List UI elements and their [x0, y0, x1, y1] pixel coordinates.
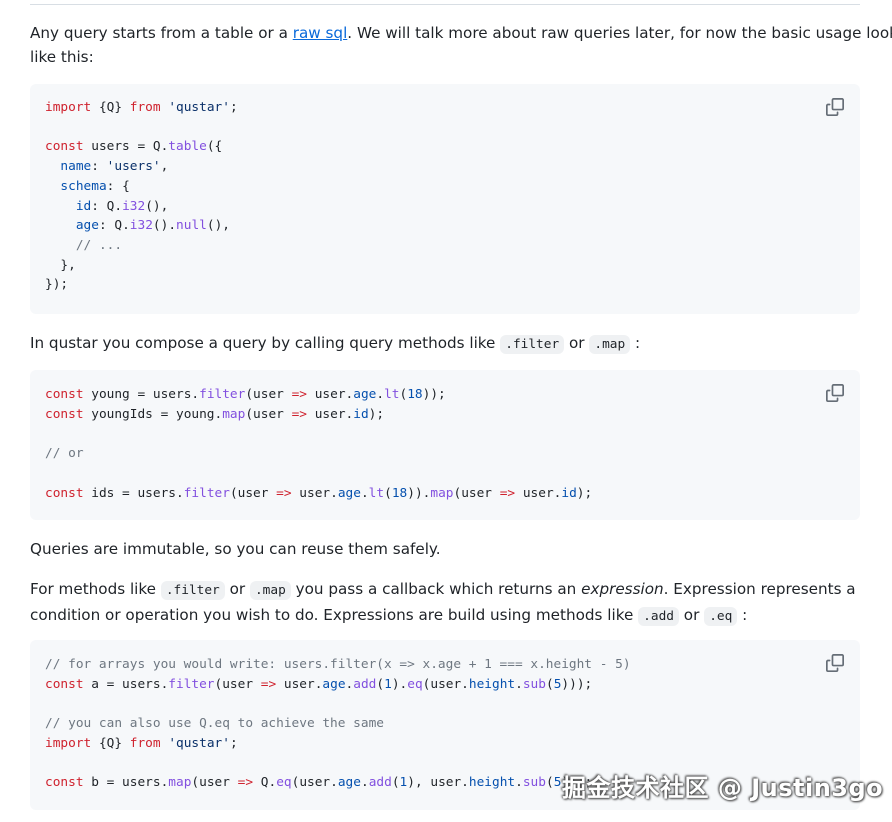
- inline-code-map: .map: [249, 581, 291, 600]
- code-line: import {Q} from 'qustar';: [45, 100, 238, 115]
- code-line: const ids = users.filter(user => user.ag…: [45, 485, 593, 501]
- code-line: // you can also use Q.eq to achieve the …: [45, 716, 384, 732]
- copy-icon[interactable]: [826, 654, 844, 672]
- code-line: const b = users.map(user => Q.eq(user.ag…: [45, 775, 593, 791]
- methods-paragraph: For methods like .filter or .map you pas…: [30, 577, 860, 629]
- code-line: const a = users.filter(user => user.age.…: [45, 676, 593, 692]
- compose-text: In qustar you compose a query by calling…: [30, 334, 501, 352]
- inline-code-filter: .filter: [500, 335, 565, 354]
- compose-end: :: [630, 334, 641, 352]
- code-line: age: Q.i32().null(),: [75, 218, 230, 234]
- code-line: const users = Q.table({: [45, 139, 223, 155]
- intro-text-line2: like this:: [30, 48, 94, 66]
- code-line: const youngIds = young.map(user => user.…: [45, 406, 385, 422]
- compose-or: or: [564, 334, 590, 352]
- code-block-table: import {Q} from 'qustar'; const users = …: [30, 84, 860, 314]
- code-expressions-content: // for arrays you would write: users.fil…: [45, 655, 631, 793]
- raw-sql-link[interactable]: raw sql: [293, 24, 348, 42]
- code-line: const young = users.filter(user => user.…: [45, 387, 446, 402]
- copy-icon[interactable]: [826, 98, 844, 116]
- methods-text: or: [678, 606, 705, 624]
- code-compose-content: const young = users.filter(user => user.…: [45, 385, 592, 503]
- intro-text: Any query starts from a table or a: [30, 24, 293, 42]
- intro-paragraph: Any query starts from a table or a raw s…: [30, 21, 892, 69]
- inline-code-eq: .eq: [704, 607, 738, 626]
- code-line: schema: {: [60, 178, 130, 194]
- code-line: // for arrays you would write: users.fil…: [45, 657, 631, 672]
- inline-code-add: .add: [638, 607, 679, 626]
- methods-text-line2: condition or operation you wish to do. E…: [30, 606, 639, 624]
- code-block-compose: const young = users.filter(user => user.…: [30, 370, 860, 520]
- methods-text: :: [737, 606, 748, 624]
- intro-text-cont: . We will talk more about raw queries la…: [347, 24, 892, 42]
- code-line: // ...: [75, 237, 123, 253]
- expression-emphasis: expression: [581, 580, 664, 598]
- compose-paragraph: In qustar you compose a query by calling…: [30, 331, 860, 357]
- methods-text: . Expression represents a: [663, 580, 856, 598]
- inline-code-map: .map: [589, 335, 631, 354]
- code-table-content: import {Q} from 'qustar'; const users = …: [45, 98, 238, 295]
- copy-icon[interactable]: [826, 384, 844, 402]
- code-line: // or: [45, 446, 84, 462]
- methods-text: For methods like: [30, 580, 161, 598]
- methods-text: you pass a callback which returns an: [290, 580, 582, 598]
- code-line: import {Q} from 'qustar';: [45, 735, 238, 751]
- code-line: name: 'users',: [60, 159, 169, 175]
- code-line: },: [45, 257, 76, 273]
- top-divider: [30, 4, 860, 5]
- watermark: 掘金技术社区 @ Justin3go: [562, 774, 884, 802]
- code-line: });: [45, 277, 69, 293]
- methods-text: or: [224, 580, 250, 598]
- immutable-paragraph: Queries are immutable, so you can reuse …: [30, 540, 441, 558]
- inline-code-filter: .filter: [160, 581, 225, 600]
- code-line: id: Q.i32(),: [75, 198, 169, 214]
